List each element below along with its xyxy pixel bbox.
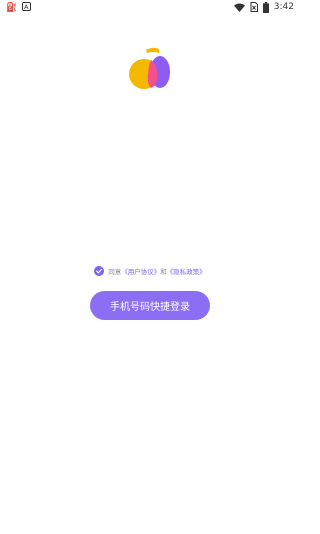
- a-badge-icon: A: [22, 2, 31, 11]
- wifi-icon: [233, 3, 245, 12]
- svg-text:A: A: [24, 3, 29, 11]
- status-right: 3:42: [233, 1, 294, 13]
- app-logo: [126, 44, 178, 96]
- status-left: ⛽ A: [6, 1, 31, 12]
- shan-icon: ⛽: [6, 1, 17, 12]
- agreement-text: 同意 《用户协议》 和 《隐私政策》: [108, 266, 206, 276]
- svg-text:⛽: ⛽: [6, 1, 17, 12]
- battery-icon: [262, 1, 269, 13]
- checkbox-checked-icon[interactable]: [94, 266, 105, 276]
- phone-quick-login-button[interactable]: 手机号码快捷登录: [90, 291, 210, 320]
- status-time: 3:42: [273, 2, 294, 12]
- no-sim-icon: [250, 2, 258, 12]
- agreement-prefix: 同意: [108, 268, 122, 276]
- status-bar: ⛽ A 3:42: [0, 0, 300, 14]
- agreement-row: 同意 《用户协议》 和 《隐私政策》: [0, 264, 300, 278]
- user-agreement-link[interactable]: 《用户协议》: [121, 266, 160, 276]
- privacy-policy-link[interactable]: 《隐私政策》: [167, 266, 206, 276]
- fruit-logo-icon: [129, 47, 170, 89]
